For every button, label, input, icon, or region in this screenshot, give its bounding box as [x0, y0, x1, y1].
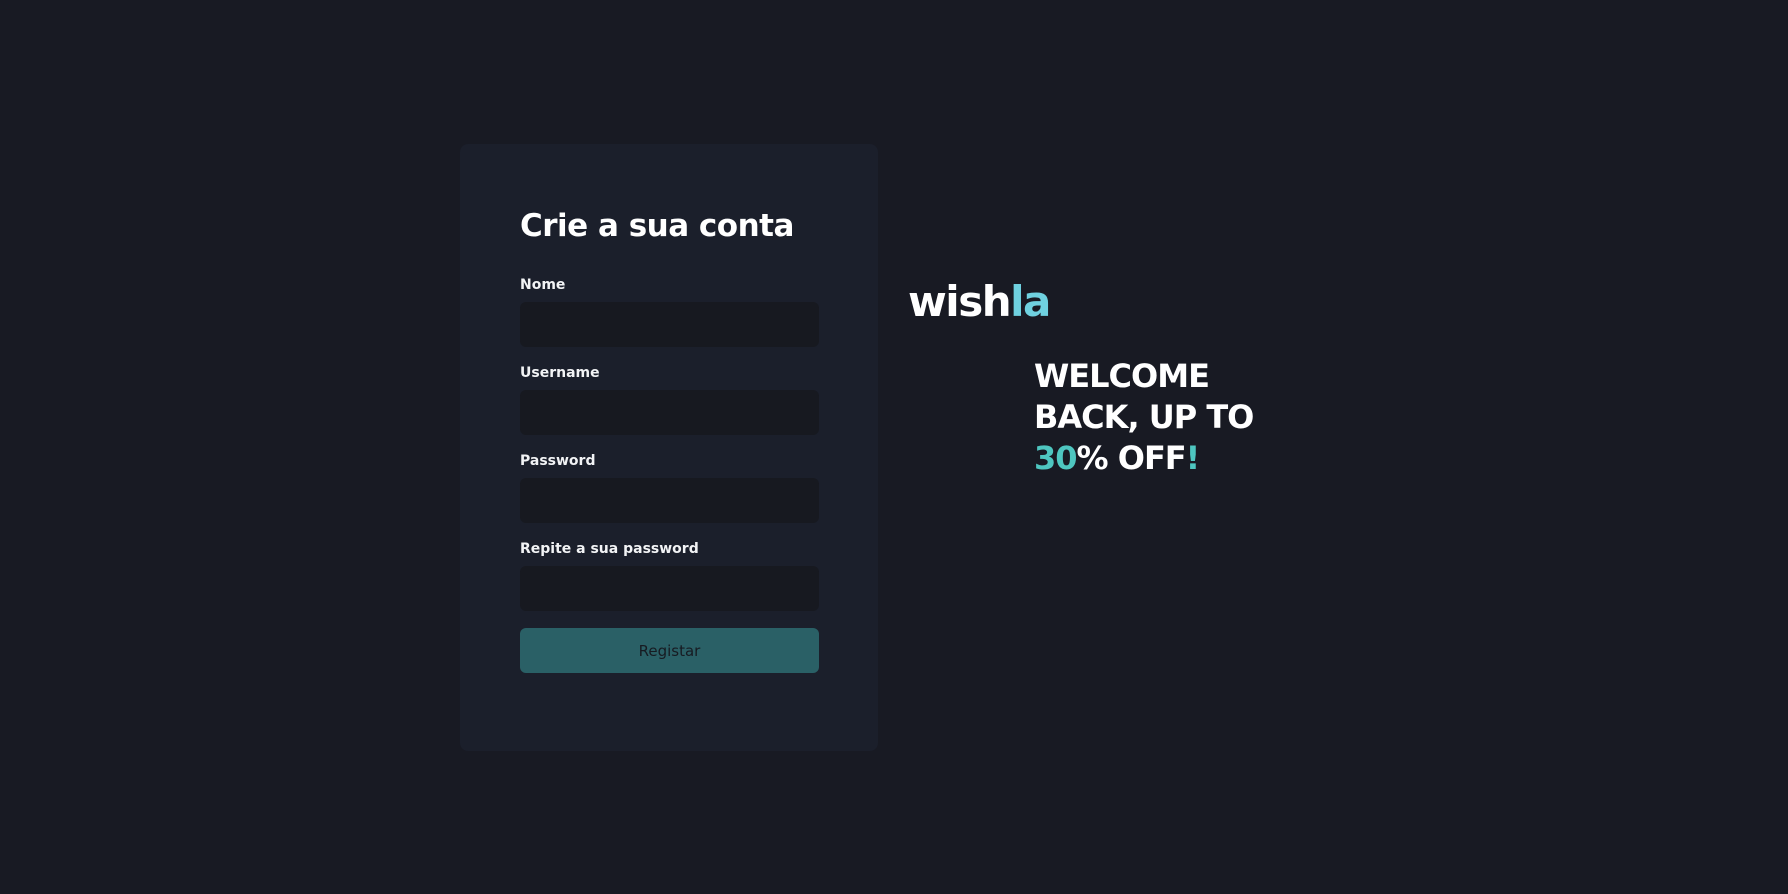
logo-main-text: wish: [908, 277, 1012, 326]
promo-line-3: 30% OFF!: [1034, 438, 1254, 479]
register-button[interactable]: Registar: [520, 628, 819, 673]
password-label: Password: [520, 453, 596, 469]
password-input[interactable]: [520, 478, 819, 523]
username-label: Username: [520, 365, 600, 381]
promo-suffix: % OFF: [1076, 439, 1187, 477]
name-input[interactable]: [520, 302, 819, 347]
promo-line-1: WELCOME: [1034, 357, 1210, 395]
signup-form: Nome Username Password Repite a sua pass…: [520, 276, 819, 673]
form-title: Crie a sua conta: [520, 208, 794, 244]
username-input[interactable]: [520, 390, 819, 435]
repeat-password-label: Repite a sua password: [520, 541, 699, 557]
repeat-password-input[interactable]: [520, 566, 819, 611]
logo-accent-text: la: [1010, 277, 1051, 326]
page: Crie a sua conta Nome Username Password …: [0, 0, 1788, 894]
promo-line-2: BACK, UP TO: [1034, 398, 1254, 436]
brand-logo: wishla: [908, 276, 1051, 328]
promo-exclaim: !: [1185, 439, 1201, 477]
promo-banner: WELCOME BACK, UP TO 30% OFF!: [1034, 356, 1254, 479]
promo-percent: 30: [1034, 439, 1078, 477]
name-label: Nome: [520, 277, 566, 293]
signup-card: Crie a sua conta Nome Username Password …: [460, 144, 878, 751]
